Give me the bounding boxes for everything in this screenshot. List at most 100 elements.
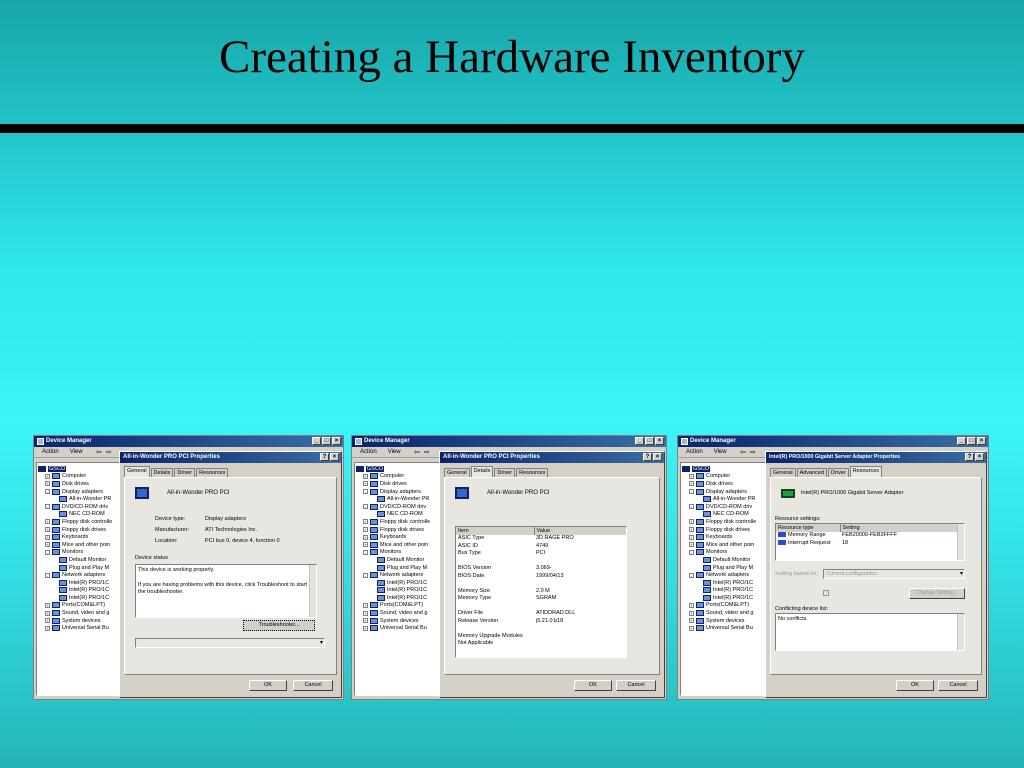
dialog-close-button[interactable]: ×: [330, 453, 339, 461]
tree-item[interactable]: + Disk drives: [38, 480, 124, 488]
back-arrow-icon[interactable]: ⇦: [414, 449, 420, 457]
tree-item[interactable]: Default Monitor: [38, 556, 124, 564]
tree-item[interactable]: Plug and Play M: [682, 564, 768, 572]
tree-item[interactable]: + Disk drives: [682, 480, 768, 488]
tree-item[interactable]: + Sound, video and g: [356, 609, 442, 617]
collapse-icon[interactable]: -: [45, 504, 50, 510]
expand-icon[interactable]: +: [363, 481, 368, 487]
expand-icon[interactable]: +: [363, 602, 368, 608]
menu-view[interactable]: View: [386, 447, 403, 457]
column-header-setting[interactable]: Setting: [840, 524, 964, 532]
table-row[interactable]: [456, 602, 626, 610]
minimize-button[interactable]: _: [312, 437, 321, 445]
tree-item[interactable]: Plug and Play M: [356, 564, 442, 572]
expand-icon[interactable]: +: [45, 519, 50, 525]
collapse-icon[interactable]: -: [363, 572, 368, 578]
expand-icon[interactable]: +: [363, 618, 368, 624]
close-button[interactable]: ×: [977, 437, 986, 445]
tree-item[interactable]: Default Monitor: [682, 556, 768, 564]
tree-item[interactable]: Intel(R) PRO/1C: [38, 579, 124, 587]
tree-item[interactable]: + Computer: [682, 473, 768, 481]
ok-button[interactable]: OK: [249, 680, 287, 691]
help-button[interactable]: ?: [965, 453, 974, 461]
tree-item[interactable]: - Display adapters: [356, 488, 442, 496]
ok-button[interactable]: OK: [896, 680, 934, 691]
tab-driver[interactable]: Driver: [828, 468, 849, 477]
tree-item[interactable]: Intel(R) PRO/1C: [38, 594, 124, 602]
expand-icon[interactable]: +: [45, 602, 50, 608]
tree-item[interactable]: + Mice and other poin: [682, 541, 768, 549]
maximize-button[interactable]: □: [967, 437, 976, 445]
expand-icon[interactable]: +: [689, 473, 694, 479]
tree-item[interactable]: + Computer: [356, 473, 442, 481]
table-row[interactable]: BIOS Date 1999/04/13: [456, 572, 626, 580]
tab-resources[interactable]: Resources: [516, 468, 549, 477]
collapse-icon[interactable]: -: [689, 489, 694, 495]
tree-item[interactable]: + Disk drives: [356, 480, 442, 488]
tab-driver[interactable]: Driver: [494, 468, 516, 477]
tree-item[interactable]: Intel(R) PRO/1C: [356, 594, 442, 602]
change-setting-button[interactable]: Change Setting...: [909, 588, 965, 599]
expand-icon[interactable]: +: [45, 625, 50, 631]
tree-item[interactable]: - Display adapters: [682, 488, 768, 496]
tree-item[interactable]: - Network adapters: [682, 571, 768, 579]
column-header-value[interactable]: Value: [534, 527, 626, 535]
tree-item[interactable]: + Floppy disk controlle: [356, 518, 442, 526]
tree-item[interactable]: - DVD/CD-ROM driv: [356, 503, 442, 511]
tree-item[interactable]: - Display adapters: [38, 488, 124, 496]
expand-icon[interactable]: +: [363, 625, 368, 631]
tab-general[interactable]: General: [770, 468, 796, 477]
use-automatic-settings-checkbox[interactable]: [823, 590, 829, 596]
tree-item[interactable]: + Universal Serial Bu: [356, 624, 442, 632]
column-header-resource-type[interactable]: Resource type: [776, 524, 841, 532]
cancel-button[interactable]: Cancel: [616, 680, 656, 691]
tree-item[interactable]: + System devices: [356, 617, 442, 625]
dialog-close-button[interactable]: ×: [975, 453, 984, 461]
table-row[interactable]: Memory Range FEB20000-FEB3FFFF: [776, 532, 964, 540]
tab-general[interactable]: General: [124, 466, 150, 477]
tree-item[interactable]: + Floppy disk controlle: [682, 518, 768, 526]
tree-root[interactable]: GSCO: [356, 465, 442, 473]
ok-button[interactable]: OK: [574, 680, 612, 691]
tree-item[interactable]: + Floppy disk drives: [38, 526, 124, 534]
tree-item[interactable]: All-in-Wonder PR: [682, 495, 768, 503]
column-header-item[interactable]: Item: [456, 527, 535, 535]
collapse-icon[interactable]: -: [689, 504, 694, 510]
troubleshooter-button[interactable]: Troubleshooter...: [243, 620, 315, 631]
table-row[interactable]: BIOS Version 3.069-: [456, 565, 626, 573]
conflict-scrollbar[interactable]: [957, 614, 964, 650]
tree-item[interactable]: + System devices: [38, 617, 124, 625]
tree-item[interactable]: + Ports(COM&LPT): [682, 602, 768, 610]
setting-based-on-select[interactable]: Current configuration ▾: [823, 569, 965, 579]
tree-item[interactable]: + Computer: [38, 473, 124, 481]
expand-icon[interactable]: +: [45, 473, 50, 479]
tree-item[interactable]: - Monitors: [356, 549, 442, 557]
tab-resources[interactable]: Resources: [196, 468, 229, 477]
table-row[interactable]: Memory Upgrade Modules: [456, 632, 626, 640]
expand-icon[interactable]: +: [45, 542, 50, 548]
maximize-button[interactable]: □: [322, 437, 331, 445]
collapse-icon[interactable]: -: [45, 549, 50, 555]
maximize-button[interactable]: □: [645, 437, 654, 445]
tree-item[interactable]: Plug and Play M: [38, 564, 124, 572]
table-row[interactable]: Memory Size 2.0 M: [456, 587, 626, 595]
expand-icon[interactable]: +: [689, 618, 694, 624]
table-row[interactable]: Bus Type PCI: [456, 550, 626, 558]
tree-item[interactable]: + Keyboards: [38, 533, 124, 541]
tree-item[interactable]: NEC CD-ROM: [682, 511, 768, 519]
tree-item[interactable]: Default Monitor: [356, 556, 442, 564]
tree-item[interactable]: + System devices: [682, 617, 768, 625]
tab-general[interactable]: General: [444, 468, 470, 477]
expand-icon[interactable]: +: [45, 618, 50, 624]
table-row[interactable]: [456, 580, 626, 588]
menu-view[interactable]: View: [68, 447, 85, 457]
minimize-button[interactable]: _: [635, 437, 644, 445]
tree-item[interactable]: + Mice and other poin: [38, 541, 124, 549]
forward-arrow-icon[interactable]: ⇨: [424, 449, 430, 457]
menu-view[interactable]: View: [712, 447, 729, 457]
expand-icon[interactable]: +: [45, 527, 50, 533]
expand-icon[interactable]: +: [689, 610, 694, 616]
expand-icon[interactable]: +: [363, 542, 368, 548]
tree-item[interactable]: + Mice and other poin: [356, 541, 442, 549]
forward-arrow-icon[interactable]: ⇨: [106, 449, 112, 457]
